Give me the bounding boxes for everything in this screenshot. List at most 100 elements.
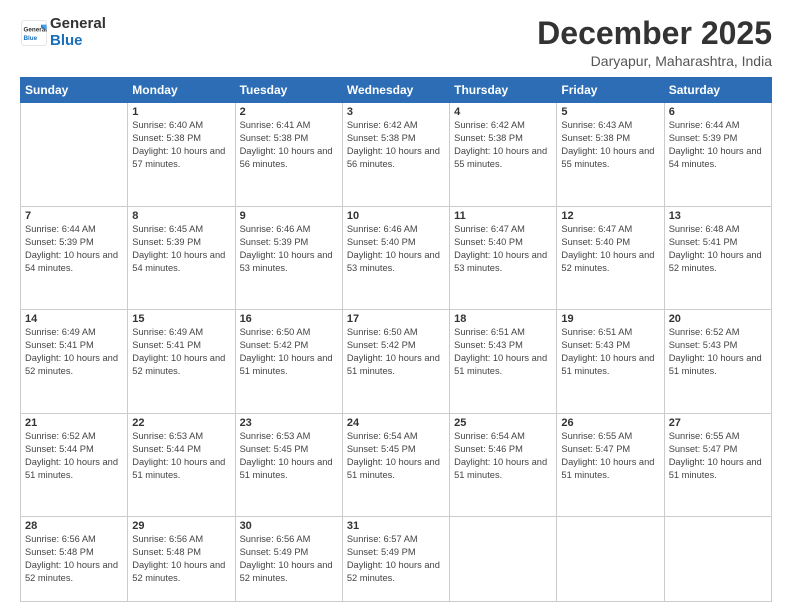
- day-number: 23: [240, 417, 338, 429]
- day-info: Sunrise: 6:56 AMSunset: 5:49 PMDaylight:…: [240, 533, 338, 585]
- calendar-cell: 16Sunrise: 6:50 AMSunset: 5:42 PMDayligh…: [235, 310, 342, 414]
- day-info: Sunrise: 6:52 AMSunset: 5:44 PMDaylight:…: [25, 430, 123, 482]
- day-info: Sunrise: 6:53 AMSunset: 5:44 PMDaylight:…: [132, 430, 230, 482]
- day-info: Sunrise: 6:42 AMSunset: 5:38 PMDaylight:…: [454, 119, 552, 171]
- calendar-cell: 20Sunrise: 6:52 AMSunset: 5:43 PMDayligh…: [664, 310, 771, 414]
- day-number: 13: [669, 210, 767, 222]
- day-info: Sunrise: 6:49 AMSunset: 5:41 PMDaylight:…: [132, 326, 230, 378]
- day-number: 4: [454, 106, 552, 118]
- calendar-cell: 28Sunrise: 6:56 AMSunset: 5:48 PMDayligh…: [21, 517, 128, 602]
- day-info: Sunrise: 6:54 AMSunset: 5:46 PMDaylight:…: [454, 430, 552, 482]
- calendar-cell: 10Sunrise: 6:46 AMSunset: 5:40 PMDayligh…: [342, 206, 449, 310]
- day-number: 25: [454, 417, 552, 429]
- calendar-cell: [664, 517, 771, 602]
- weekday-header-monday: Monday: [128, 78, 235, 103]
- day-number: 24: [347, 417, 445, 429]
- calendar-cell: 18Sunrise: 6:51 AMSunset: 5:43 PMDayligh…: [450, 310, 557, 414]
- calendar-week-1: 1Sunrise: 6:40 AMSunset: 5:38 PMDaylight…: [21, 103, 772, 207]
- day-info: Sunrise: 6:41 AMSunset: 5:38 PMDaylight:…: [240, 119, 338, 171]
- weekday-header-row: SundayMondayTuesdayWednesdayThursdayFrid…: [21, 78, 772, 103]
- weekday-header-saturday: Saturday: [664, 78, 771, 103]
- day-info: Sunrise: 6:45 AMSunset: 5:39 PMDaylight:…: [132, 223, 230, 275]
- day-number: 17: [347, 313, 445, 325]
- weekday-header-wednesday: Wednesday: [342, 78, 449, 103]
- day-number: 22: [132, 417, 230, 429]
- day-info: Sunrise: 6:42 AMSunset: 5:38 PMDaylight:…: [347, 119, 445, 171]
- calendar-cell: [450, 517, 557, 602]
- logo-line1: General: [50, 16, 106, 33]
- calendar-cell: 25Sunrise: 6:54 AMSunset: 5:46 PMDayligh…: [450, 413, 557, 517]
- calendar-cell: 17Sunrise: 6:50 AMSunset: 5:42 PMDayligh…: [342, 310, 449, 414]
- calendar-cell: [557, 517, 664, 602]
- logo-icon: General Blue: [20, 19, 48, 47]
- day-number: 27: [669, 417, 767, 429]
- day-number: 12: [561, 210, 659, 222]
- calendar-cell: 24Sunrise: 6:54 AMSunset: 5:45 PMDayligh…: [342, 413, 449, 517]
- logo: General Blue General Blue: [20, 16, 106, 49]
- calendar-cell: 5Sunrise: 6:43 AMSunset: 5:38 PMDaylight…: [557, 103, 664, 207]
- day-info: Sunrise: 6:44 AMSunset: 5:39 PMDaylight:…: [25, 223, 123, 275]
- weekday-header-thursday: Thursday: [450, 78, 557, 103]
- day-info: Sunrise: 6:48 AMSunset: 5:41 PMDaylight:…: [669, 223, 767, 275]
- calendar-cell: 30Sunrise: 6:56 AMSunset: 5:49 PMDayligh…: [235, 517, 342, 602]
- day-info: Sunrise: 6:53 AMSunset: 5:45 PMDaylight:…: [240, 430, 338, 482]
- calendar-cell: 1Sunrise: 6:40 AMSunset: 5:38 PMDaylight…: [128, 103, 235, 207]
- calendar-cell: 6Sunrise: 6:44 AMSunset: 5:39 PMDaylight…: [664, 103, 771, 207]
- page: General Blue General Blue December 2025 …: [0, 0, 792, 612]
- calendar-cell: 29Sunrise: 6:56 AMSunset: 5:48 PMDayligh…: [128, 517, 235, 602]
- logo-line2: Blue: [50, 33, 106, 50]
- day-number: 15: [132, 313, 230, 325]
- calendar-week-2: 7Sunrise: 6:44 AMSunset: 5:39 PMDaylight…: [21, 206, 772, 310]
- day-number: 19: [561, 313, 659, 325]
- day-number: 16: [240, 313, 338, 325]
- weekday-header-friday: Friday: [557, 78, 664, 103]
- calendar-cell: 26Sunrise: 6:55 AMSunset: 5:47 PMDayligh…: [557, 413, 664, 517]
- location-title: Daryapur, Maharashtra, India: [537, 53, 772, 69]
- calendar: SundayMondayTuesdayWednesdayThursdayFrid…: [20, 77, 772, 602]
- calendar-cell: 19Sunrise: 6:51 AMSunset: 5:43 PMDayligh…: [557, 310, 664, 414]
- calendar-cell: [21, 103, 128, 207]
- calendar-cell: 9Sunrise: 6:46 AMSunset: 5:39 PMDaylight…: [235, 206, 342, 310]
- day-number: 9: [240, 210, 338, 222]
- calendar-cell: 22Sunrise: 6:53 AMSunset: 5:44 PMDayligh…: [128, 413, 235, 517]
- day-number: 5: [561, 106, 659, 118]
- day-info: Sunrise: 6:43 AMSunset: 5:38 PMDaylight:…: [561, 119, 659, 171]
- day-number: 7: [25, 210, 123, 222]
- calendar-cell: 3Sunrise: 6:42 AMSunset: 5:38 PMDaylight…: [342, 103, 449, 207]
- day-info: Sunrise: 6:40 AMSunset: 5:38 PMDaylight:…: [132, 119, 230, 171]
- day-info: Sunrise: 6:56 AMSunset: 5:48 PMDaylight:…: [132, 533, 230, 585]
- day-number: 11: [454, 210, 552, 222]
- day-number: 30: [240, 520, 338, 532]
- day-number: 14: [25, 313, 123, 325]
- day-info: Sunrise: 6:52 AMSunset: 5:43 PMDaylight:…: [669, 326, 767, 378]
- header: General Blue General Blue December 2025 …: [20, 16, 772, 69]
- calendar-cell: 2Sunrise: 6:41 AMSunset: 5:38 PMDaylight…: [235, 103, 342, 207]
- calendar-week-4: 21Sunrise: 6:52 AMSunset: 5:44 PMDayligh…: [21, 413, 772, 517]
- calendar-cell: 13Sunrise: 6:48 AMSunset: 5:41 PMDayligh…: [664, 206, 771, 310]
- day-info: Sunrise: 6:57 AMSunset: 5:49 PMDaylight:…: [347, 533, 445, 585]
- day-info: Sunrise: 6:55 AMSunset: 5:47 PMDaylight:…: [561, 430, 659, 482]
- day-number: 26: [561, 417, 659, 429]
- day-info: Sunrise: 6:55 AMSunset: 5:47 PMDaylight:…: [669, 430, 767, 482]
- day-number: 21: [25, 417, 123, 429]
- calendar-cell: 12Sunrise: 6:47 AMSunset: 5:40 PMDayligh…: [557, 206, 664, 310]
- day-info: Sunrise: 6:51 AMSunset: 5:43 PMDaylight:…: [561, 326, 659, 378]
- svg-text:Blue: Blue: [24, 35, 38, 42]
- day-info: Sunrise: 6:50 AMSunset: 5:42 PMDaylight:…: [240, 326, 338, 378]
- day-info: Sunrise: 6:56 AMSunset: 5:48 PMDaylight:…: [25, 533, 123, 585]
- calendar-week-5: 28Sunrise: 6:56 AMSunset: 5:48 PMDayligh…: [21, 517, 772, 602]
- day-number: 31: [347, 520, 445, 532]
- calendar-cell: 11Sunrise: 6:47 AMSunset: 5:40 PMDayligh…: [450, 206, 557, 310]
- day-info: Sunrise: 6:51 AMSunset: 5:43 PMDaylight:…: [454, 326, 552, 378]
- weekday-header-sunday: Sunday: [21, 78, 128, 103]
- day-info: Sunrise: 6:47 AMSunset: 5:40 PMDaylight:…: [454, 223, 552, 275]
- day-info: Sunrise: 6:54 AMSunset: 5:45 PMDaylight:…: [347, 430, 445, 482]
- calendar-cell: 14Sunrise: 6:49 AMSunset: 5:41 PMDayligh…: [21, 310, 128, 414]
- day-number: 18: [454, 313, 552, 325]
- calendar-cell: 7Sunrise: 6:44 AMSunset: 5:39 PMDaylight…: [21, 206, 128, 310]
- calendar-week-3: 14 Sunrise: 6:49 AMSunset: 5:41 PMDayligh…: [21, 310, 772, 414]
- month-title: December 2025: [537, 16, 772, 51]
- day-number: 10: [347, 210, 445, 222]
- day-number: 1: [132, 106, 230, 118]
- calendar-cell: 31Sunrise: 6:57 AMSunset: 5:49 PMDayligh…: [342, 517, 449, 602]
